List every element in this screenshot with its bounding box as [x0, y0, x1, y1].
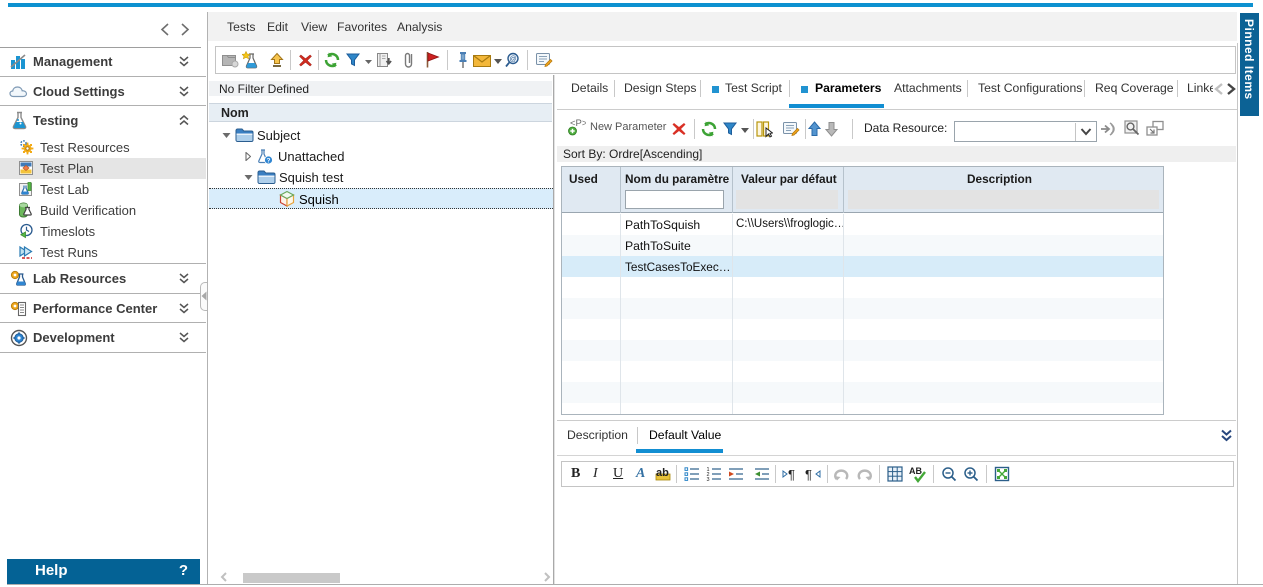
svg-text:3: 3	[707, 477, 710, 482]
svg-text:?: ?	[267, 158, 271, 165]
svg-text:@: @	[509, 56, 516, 63]
svg-text:ab: ab	[656, 467, 669, 479]
svg-text:¶: ¶	[788, 467, 795, 481]
svg-text:AB: AB	[909, 466, 922, 476]
svg-text:¶: ¶	[805, 467, 812, 481]
